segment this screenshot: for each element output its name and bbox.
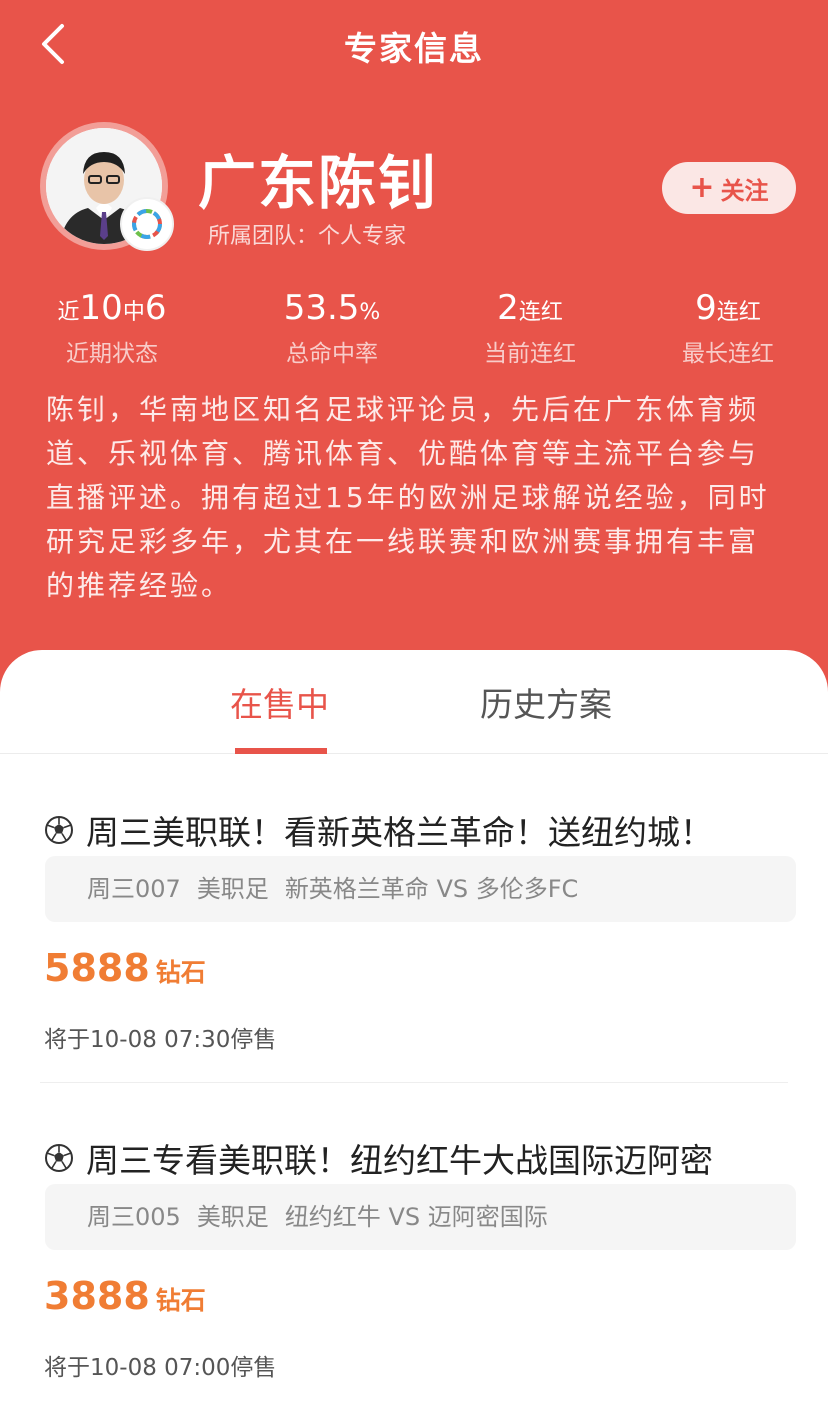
sale-deadline: 将于10-08 07:00停售 — [44, 1355, 277, 1381]
match-teams: 纽约红牛 VS 迈阿密国际 — [284, 1203, 548, 1231]
plan-title: 周三美职联！看新英格兰革命！送纽约城！ — [44, 806, 713, 854]
league-name: 美职足 — [196, 875, 269, 903]
stat-current-streak: 2连红 当前连红 — [430, 284, 630, 368]
stat-label: 近期状态 — [66, 341, 158, 367]
stat-hit-rate: 53.5% 总命中率 — [232, 284, 432, 368]
follow-label: 关注 — [720, 176, 769, 205]
stat-unit: 连红 — [518, 300, 563, 325]
plan-title-text: 周三美职联！看新英格兰革命！送纽约城！ — [86, 813, 713, 852]
expert-intro: 陈钊，华南地区知名足球评论员，先后在广东体育频道、乐视体育、腾讯体育、优酷体育等… — [46, 393, 770, 602]
price-unit: 钻石 — [155, 958, 206, 987]
price-unit: 钻石 — [155, 1286, 206, 1315]
stat-value: 53.5 — [283, 288, 360, 328]
league-name: 美职足 — [196, 1203, 269, 1231]
content-panel: 在售中 历史方案 周三美职联！看新英格兰革命！送纽约城！ 周三007 美职足 新英格… — [0, 650, 828, 1411]
price-value: 3888 — [44, 1274, 150, 1318]
stat-unit: 连红 — [716, 300, 761, 325]
stat-mid: 中 — [122, 300, 145, 325]
active-tab-indicator — [235, 748, 327, 754]
match-teams: 新英格兰革命 VS 多伦多FC — [284, 875, 579, 903]
tab-bar: 在售中 历史方案 — [0, 650, 828, 754]
match-number: 周三007 — [87, 875, 181, 903]
stats-row: 近10中6 近期状态 53.5% 总命中率 2连红 当前连红 9连红 最长连红 — [0, 284, 828, 374]
team-value: 个人专家 — [318, 224, 407, 249]
divider — [40, 1082, 788, 1083]
team-label: 所属团队： — [208, 224, 319, 249]
page-title: 专家信息 — [344, 29, 484, 68]
stat-label: 总命中率 — [286, 341, 378, 367]
soccer-ball-icon — [45, 1144, 73, 1172]
stat-value-2: 6 — [144, 288, 167, 328]
plus-icon: + — [689, 170, 715, 205]
stat-label: 当前连红 — [484, 341, 576, 367]
stat-value: 10 — [79, 288, 123, 328]
nav-bar: 专家信息 — [0, 0, 828, 88]
match-info: 周三005 美职足 纽约红牛 VS 迈阿密国际 — [45, 1184, 796, 1250]
plan-price: 5888 钻石 — [44, 946, 206, 990]
stat-prefix: 近 — [57, 300, 80, 325]
verified-badge-icon — [120, 197, 174, 251]
stat-longest-streak: 9连红 最长连红 — [628, 284, 828, 368]
match-number: 周三005 — [87, 1203, 181, 1231]
stat-value: 9 — [695, 288, 717, 328]
plan-title-text: 周三专看美职联！纽约红牛大战国际迈阿密 — [86, 1141, 713, 1180]
stat-label: 最长连红 — [682, 341, 774, 367]
sale-deadline: 将于10-08 07:30停售 — [44, 1027, 277, 1053]
match-info: 周三007 美职足 新英格兰革命 VS 多伦多FC — [45, 856, 796, 922]
stat-unit: % — [359, 300, 381, 325]
tab-history[interactable]: 历史方案 — [480, 678, 612, 726]
soccer-ball-icon — [45, 816, 73, 844]
plan-price: 3888 钻石 — [44, 1274, 206, 1318]
stat-recent-form: 近10中6 近期状态 — [12, 284, 212, 368]
team-info: 所属团队：个人专家 — [208, 218, 406, 250]
follow-button[interactable]: + 关注 — [662, 162, 796, 214]
plan-title: 周三专看美职联！纽约红牛大战国际迈阿密 — [44, 1134, 713, 1182]
price-value: 5888 — [44, 946, 150, 990]
tab-on-sale[interactable]: 在售中 — [230, 678, 329, 726]
stat-value: 2 — [497, 288, 519, 328]
expert-name: 广东陈钊 — [198, 149, 439, 217]
